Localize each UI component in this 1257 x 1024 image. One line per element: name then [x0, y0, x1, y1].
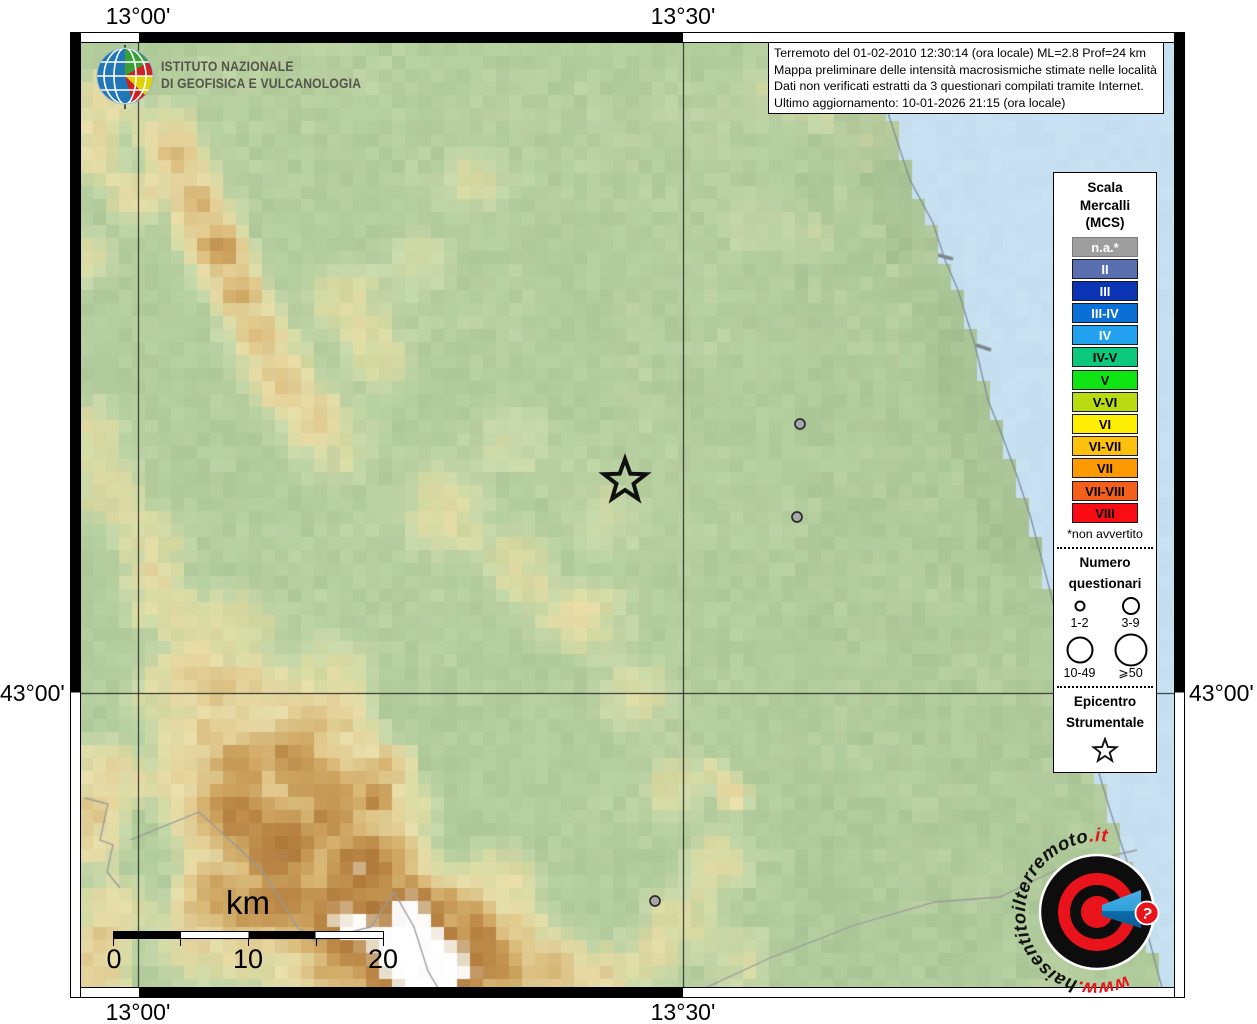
mcs-chip-VI: VI	[1072, 414, 1138, 434]
observation-dot	[649, 895, 661, 907]
epicenter-title-line1: Epicentro	[1073, 693, 1137, 709]
observation-dot	[791, 511, 803, 523]
info-line-event: Terremoto del 01-02-2010 12:30:14 (ora l…	[774, 46, 1146, 60]
scalebar	[113, 931, 384, 939]
questionnaire-size-legend: 1-2 3-9 10-49 ⩾50	[1054, 595, 1156, 680]
axis-label-top-left: 13°00'	[105, 3, 171, 29]
map-frame-left	[70, 32, 81, 998]
info-line-updated: Ultimo aggiornamento: 10-01-2026 21:15 (…	[774, 95, 1066, 110]
epicenter-star	[598, 453, 652, 504]
mcs-chip-V: V	[1072, 369, 1138, 390]
legend-title-line1: Scala	[1087, 180, 1123, 195]
quest-class-3-9: 3-9	[1105, 595, 1156, 630]
scalebar-unit-label: km	[226, 884, 270, 921]
mcs-chip-VII: VII	[1072, 458, 1138, 479]
legend-footnote: *non avvertito	[1067, 526, 1143, 541]
mcs-chip-IV: IV	[1072, 325, 1138, 346]
mcs-chip-IV-V: IV-V	[1072, 347, 1138, 368]
haisentitoilterremoto-logo[interactable]: ? www.haisentitoilterremoto.it	[1007, 822, 1187, 1002]
mcs-chip-VII-VIII: VII-VIII	[1072, 480, 1138, 501]
axis-label-top-right: 13°30'	[650, 3, 716, 29]
axis-label-bottom-left: 13°00'	[105, 999, 171, 1024]
quest-class-label: 3-9	[1121, 615, 1140, 630]
scalebar-label-20: 20	[367, 944, 399, 974]
mcs-chip-VIII: VIII	[1072, 502, 1138, 523]
scalebar-label-10: 10	[232, 944, 264, 974]
questionnaire-location-dots	[649, 418, 806, 907]
mcs-chip-V-VI: V-VI	[1072, 391, 1138, 412]
scalebar-tick	[316, 939, 317, 946]
mcs-scale-list: n.a.* II III III-IV IV IV-V V V-VI VI VI-VII VII VI…	[1054, 236, 1156, 523]
axis-label-bottom-right: 13°30'	[650, 999, 716, 1024]
legend-separator-1	[1057, 546, 1153, 549]
scalebar-tick	[180, 939, 181, 946]
legend-panel: Scala Mercalli (MCS) n.a.* II III III-IV IV I…	[1053, 172, 1157, 773]
quest-class-⩾50: ⩾50	[1105, 633, 1156, 680]
ingv-logo: ISTITUTO NAZIONALE DI GEOFISICA E VULCAN…	[95, 45, 375, 109]
seismic-intensity-map-page: { "header": { "agency_line1": "ISTITUTO …	[0, 0, 1257, 1024]
epicenter-legend-star-icon	[1090, 735, 1120, 763]
info-line-map: Mappa preliminare delle intensità macros…	[774, 62, 1157, 77]
legend-title-line3: (MCS)	[1085, 215, 1125, 230]
scalebar-label-0: 0	[106, 944, 122, 974]
questionnaire-title-line2: questionari	[1068, 575, 1142, 591]
mcs-chip-II: II	[1072, 258, 1138, 279]
ingv-globe-icon	[96, 45, 154, 109]
quest-class-label: ⩾50	[1118, 665, 1143, 680]
legend-title-line2: Mercalli	[1079, 197, 1131, 213]
mcs-chip-III: III	[1072, 280, 1138, 301]
mcs-chip-III-IV: III-IV	[1072, 303, 1138, 324]
axis-label-left: 43°00'	[0, 680, 65, 706]
quest-class-label: 10-49	[1063, 665, 1096, 680]
questionnaire-title-line1: Numero	[1079, 554, 1131, 570]
ingv-name-line2: DI GEOFISICA E VULCANOLOGIA	[161, 76, 362, 91]
quest-class-label: 1-2	[1070, 615, 1089, 630]
axis-label-right: 43°00'	[1189, 680, 1254, 706]
info-line-data: Dati non verificati estratti da 3 questi…	[774, 79, 1144, 94]
observation-dot	[794, 418, 806, 430]
epicenter-title-line2: Strumentale	[1065, 714, 1145, 730]
mcs-chip-n.a.*: n.a.*	[1072, 236, 1138, 257]
earthquake-info-box: Terremoto del 01-02-2010 12:30:14 (ora l…	[768, 42, 1164, 115]
ingv-name-line1: ISTITUTO NAZIONALE	[161, 59, 294, 74]
quest-class-1-2: 1-2	[1054, 595, 1105, 630]
quest-class-10-49: 10-49	[1054, 633, 1105, 680]
legend-separator-2	[1057, 685, 1153, 688]
mcs-chip-VI-VII: VI-VII	[1072, 436, 1138, 457]
